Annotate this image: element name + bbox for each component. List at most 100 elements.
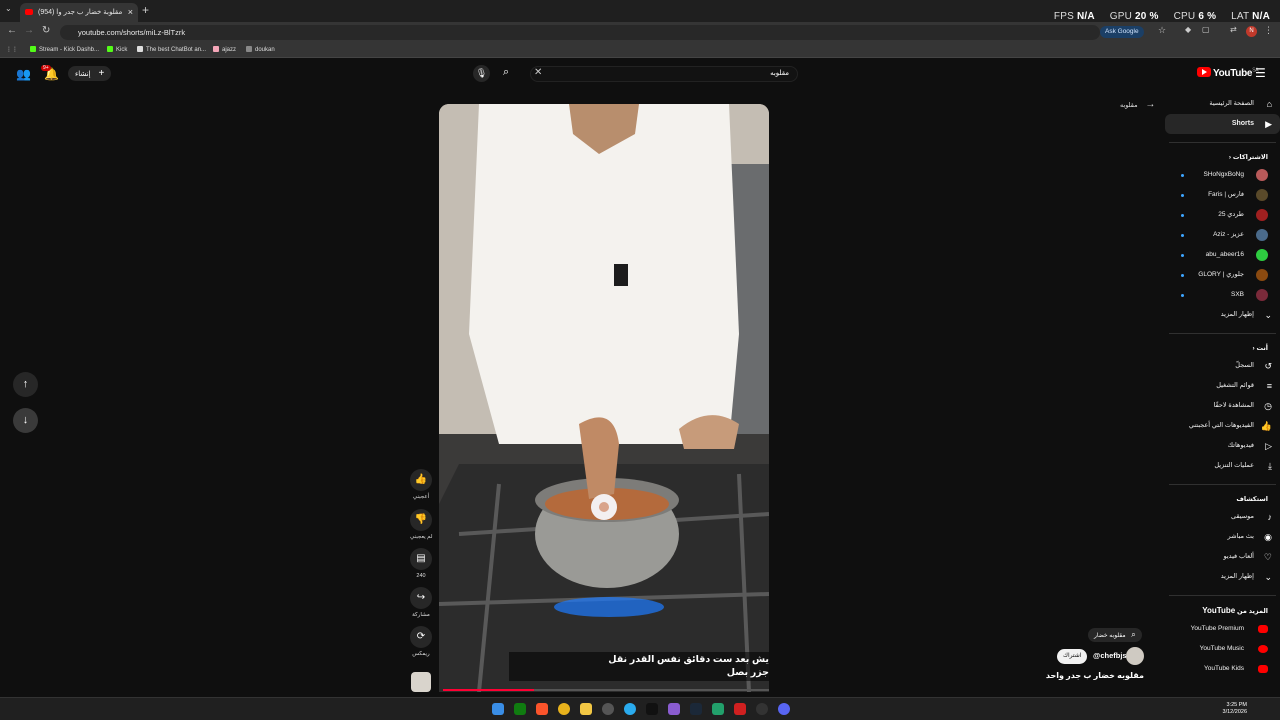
app-icon[interactable] bbox=[734, 703, 746, 715]
menu-hamburger-icon[interactable]: ☰ bbox=[1255, 66, 1266, 80]
close-tab-icon[interactable]: × bbox=[128, 3, 133, 22]
search-input[interactable]: مقلوبه bbox=[530, 66, 798, 82]
chrome-icon[interactable] bbox=[558, 703, 570, 715]
browser-tab[interactable]: مقلوبة خضار ب جدر وا (954) × bbox=[20, 3, 138, 22]
extension-icon[interactable]: ◆ bbox=[1185, 25, 1191, 34]
subscriptions-header[interactable]: الاشتراكات ‹ bbox=[1165, 153, 1280, 161]
channel-avatar[interactable] bbox=[1126, 647, 1144, 665]
chevron-down-icon: ⌄ bbox=[1264, 572, 1272, 582]
fps-value: N/A bbox=[1076, 11, 1095, 22]
related-search-chip[interactable]: مقلوبه خضار ⌕ bbox=[1088, 628, 1142, 642]
brave-icon[interactable] bbox=[536, 703, 548, 715]
tab-search-icon[interactable]: ⌄ bbox=[5, 4, 12, 13]
file-explorer-icon[interactable] bbox=[580, 703, 592, 715]
new-tab-button[interactable]: + bbox=[142, 3, 149, 17]
shorts-video-player[interactable]: يش بعد ست دقائق نفس القدر نقل جزر بصل bbox=[439, 104, 769, 692]
channel-name[interactable]: @chefbjs bbox=[1093, 651, 1127, 660]
video-title[interactable]: مقلوبه خضار ب جدر واحد bbox=[1040, 671, 1144, 680]
sidebar-item-show-more[interactable]: ⌄ إظهار المزيد bbox=[1165, 567, 1280, 587]
sidebar-item-live[interactable]: ◉ بث مباشر bbox=[1165, 527, 1280, 547]
windows-start-icon[interactable] bbox=[492, 703, 504, 715]
steam-icon[interactable] bbox=[690, 703, 702, 715]
app-icon[interactable] bbox=[668, 703, 680, 715]
you-header[interactable]: أنت ‹ bbox=[1165, 344, 1280, 352]
address-bar[interactable]: youtube.com/shorts/miLz-BlTzrk bbox=[60, 25, 1100, 40]
back-to-search-link[interactable]: مقلوبه → bbox=[1120, 99, 1155, 110]
settings-icon[interactable] bbox=[602, 703, 614, 715]
sidebar-item-music-app[interactable]: YouTube Music bbox=[1165, 639, 1280, 659]
sidebar-item-downloads[interactable]: ⤓ عمليات التنزيل bbox=[1165, 456, 1280, 476]
sidebar: ⌂ الصفحة الرئيسية ▶ Shorts الاشتراكات ‹ SH… bbox=[1165, 94, 1280, 679]
bookmarks-bar: ⋮⋮ Stream - Kick Dashb... Kick The best … bbox=[0, 42, 1280, 58]
chevron-down-icon: ⌄ bbox=[1264, 310, 1272, 320]
account-switch-icon[interactable]: 👥 bbox=[16, 67, 31, 81]
subscription-item[interactable]: عزيز - Aziz bbox=[1165, 225, 1280, 245]
share-button[interactable]: ↪ مشاركة bbox=[410, 587, 432, 618]
apps-grid-icon[interactable]: ⋮⋮ bbox=[6, 46, 18, 53]
previous-short-arrow-icon[interactable]: ↑ bbox=[13, 372, 38, 397]
discord-icon[interactable] bbox=[778, 703, 790, 715]
sidebar-item-music[interactable]: ♪ موسيقى bbox=[1165, 507, 1280, 527]
subscription-item[interactable]: طردي 25 bbox=[1165, 205, 1280, 225]
sidebar-item-your-videos[interactable]: ▷ فيديوهاتك bbox=[1165, 436, 1280, 456]
xbox-icon[interactable] bbox=[514, 703, 526, 715]
app-icon[interactable] bbox=[756, 703, 768, 715]
sidebar-item-kids[interactable]: YouTube Kids bbox=[1165, 659, 1280, 679]
browser-menu-icon[interactable]: ⋮ bbox=[1264, 25, 1273, 36]
profile-avatar[interactable]: N bbox=[1246, 26, 1257, 37]
browser-tabbar: ⌄ مقلوبة خضار ب جدر وا (954) × + FPS N/A… bbox=[0, 0, 1280, 22]
ask-google-button[interactable]: Ask Google bbox=[1100, 26, 1144, 38]
bookmark-item[interactable]: The best ChatBot an... bbox=[137, 46, 206, 53]
youtube-logo[interactable]: YouTubeSA bbox=[1197, 67, 1259, 79]
sidebar-item-liked[interactable]: 👍 الفيديوهات التي أعجبتني bbox=[1165, 416, 1280, 436]
reload-icon[interactable]: ↻ bbox=[42, 25, 50, 36]
subscription-item[interactable]: SHoNgxBoNg bbox=[1165, 165, 1280, 185]
sidebar-item-watch-later[interactable]: ◷ المشاهدة لاحقًا bbox=[1165, 396, 1280, 416]
remix-button[interactable]: ⟳ ريمكس bbox=[410, 626, 432, 657]
search-value: مقلوبه bbox=[770, 70, 789, 77]
forward-arrow-icon[interactable]: → bbox=[24, 25, 34, 36]
subscription-item[interactable]: جلوري | GLORY bbox=[1165, 265, 1280, 285]
home-icon: ⌂ bbox=[1266, 99, 1272, 109]
app-icon[interactable] bbox=[712, 703, 724, 715]
system-clock[interactable]: 3:25 PM 3/12/2026 bbox=[1223, 702, 1247, 716]
back-arrow-icon[interactable]: ← bbox=[7, 25, 17, 36]
create-button[interactable]: إنشاء + bbox=[68, 66, 112, 81]
divider bbox=[1169, 333, 1276, 334]
chatbot-icon bbox=[137, 46, 143, 52]
back-label: مقلوبه bbox=[1120, 102, 1138, 109]
sidepanel-icon[interactable]: ⇄ bbox=[1230, 25, 1237, 34]
subscription-item[interactable]: فارس | Faris bbox=[1165, 185, 1280, 205]
next-short-arrow-icon[interactable]: ↓ bbox=[13, 408, 38, 433]
comments-button[interactable]: ▤ 240 bbox=[410, 548, 432, 579]
bookmark-item[interactable]: ajazz bbox=[213, 46, 236, 53]
sidebar-item-playlists[interactable]: ≡ قوائم التشغيل bbox=[1165, 376, 1280, 396]
audio-source-thumbnail[interactable] bbox=[411, 672, 431, 692]
sidebar-item-history[interactable]: ↺ السجلّ bbox=[1165, 356, 1280, 376]
bookmark-star-icon[interactable]: ☆ bbox=[1158, 25, 1166, 36]
subscription-item[interactable]: abu_abeer16 bbox=[1165, 245, 1280, 265]
sidebar-item-premium[interactable]: YouTube Premium bbox=[1165, 619, 1280, 639]
bookmark-item[interactable]: Stream - Kick Dashb... bbox=[30, 46, 99, 53]
comments-count: 240 bbox=[416, 573, 426, 579]
divider bbox=[1169, 595, 1276, 596]
sidebar-item-shorts[interactable]: ▶ Shorts bbox=[1165, 114, 1280, 134]
like-button[interactable]: 👍 أعجبني bbox=[410, 469, 432, 500]
subscription-item[interactable]: SXB bbox=[1165, 285, 1280, 305]
clear-search-icon[interactable]: ✕ bbox=[534, 67, 542, 78]
subscribe-button[interactable]: اشتراك bbox=[1057, 649, 1088, 664]
telegram-icon[interactable] bbox=[624, 703, 636, 715]
tiktok-icon[interactable] bbox=[646, 703, 658, 715]
show-more-subscriptions[interactable]: ⌄ إظهار المزيد bbox=[1165, 305, 1280, 325]
sidebar-item-gaming[interactable]: ♡ ألعاب فيديو bbox=[1165, 547, 1280, 567]
puzzle-icon[interactable]: ▢ bbox=[1202, 25, 1210, 34]
search-icon[interactable]: ⌕ bbox=[503, 66, 509, 79]
bookmark-item[interactable]: Kick bbox=[107, 46, 127, 53]
video-icon: ▷ bbox=[1265, 441, 1272, 451]
video-progress-bar[interactable] bbox=[443, 689, 769, 691]
dislike-button[interactable]: 👎 لم يعجبني bbox=[410, 509, 433, 540]
voice-search-icon[interactable]: 🎙 bbox=[473, 65, 490, 82]
bookmark-item[interactable]: doukan bbox=[246, 46, 275, 53]
playlist-icon: ≡ bbox=[1266, 381, 1272, 391]
sidebar-item-home[interactable]: ⌂ الصفحة الرئيسية bbox=[1165, 94, 1280, 114]
